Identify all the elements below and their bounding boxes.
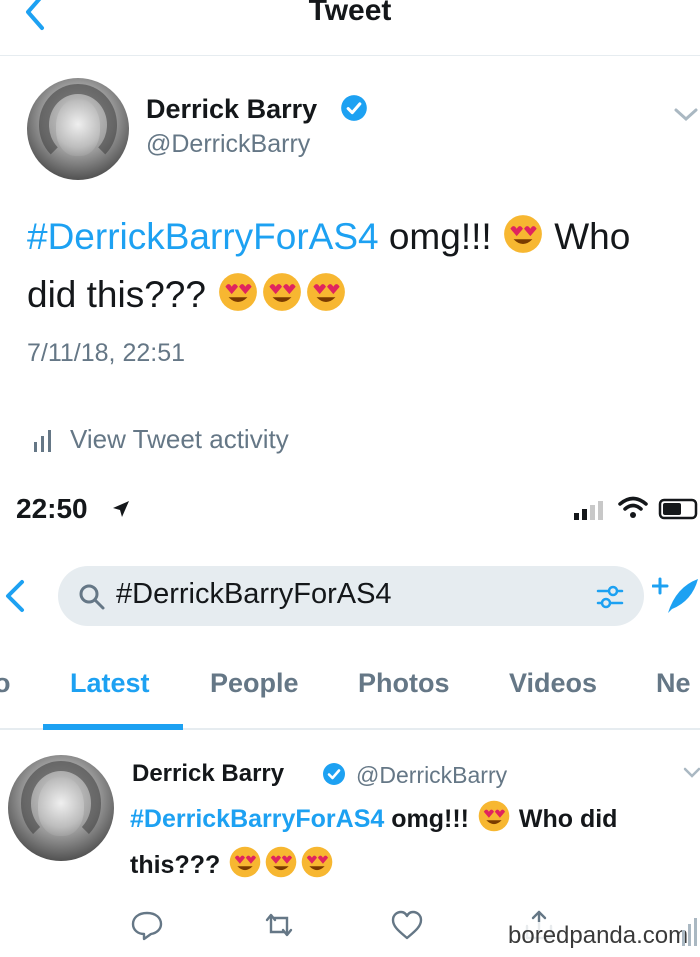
bar-chart-icon xyxy=(34,430,51,452)
location-arrow-icon xyxy=(113,501,129,517)
author-handle[interactable]: @DerrickBarry xyxy=(356,762,507,789)
status-time: 22:50 xyxy=(16,493,88,524)
heart-eyes-emoji-icon xyxy=(219,273,258,311)
bar-chart-icon xyxy=(682,918,697,946)
verified-icon xyxy=(341,95,367,121)
back-icon[interactable] xyxy=(2,576,26,616)
view-tweet-activity-link[interactable]: View Tweet activity xyxy=(70,424,289,455)
tab-videos[interactable]: Videos xyxy=(509,668,597,699)
hashtag-link[interactable]: #DerrickBarryForAS4 xyxy=(130,805,384,833)
hashtag-link[interactable]: #DerrickBarryForAS4 xyxy=(27,216,379,257)
wifi-icon xyxy=(618,496,648,518)
retweet-icon[interactable] xyxy=(262,908,296,942)
heart-eyes-emoji-icon xyxy=(229,846,261,878)
author-handle[interactable]: @DerrickBarry xyxy=(146,130,310,159)
reply-icon[interactable] xyxy=(130,908,164,942)
search-icon xyxy=(79,584,105,610)
heart-eyes-emoji-icon xyxy=(504,215,542,253)
author-name[interactable]: Derrick Barry xyxy=(132,760,284,788)
heart-eyes-emoji-icon xyxy=(263,273,302,311)
chevron-down-icon[interactable] xyxy=(682,766,700,780)
chevron-down-icon[interactable] xyxy=(672,106,700,124)
tweet-text: #DerrickBarryForAS4 omg!!! Who did this?… xyxy=(130,796,690,888)
compose-icon[interactable] xyxy=(652,573,700,621)
search-query[interactable]: #DerrickBarryForAS4 xyxy=(116,578,392,611)
tab-photos[interactable]: Photos xyxy=(358,668,450,699)
author-name[interactable]: Derrick Barry xyxy=(146,94,317,125)
tweet-text-part: omg!!! xyxy=(378,216,502,257)
page-title: Tweet xyxy=(308,0,392,27)
tweet-text-part: omg!!! xyxy=(384,805,476,833)
signal-icon xyxy=(574,501,603,520)
verified-icon xyxy=(323,763,345,785)
tab-news[interactable]: Ne xyxy=(656,668,691,699)
heart-eyes-emoji-icon xyxy=(301,846,333,878)
battery-icon xyxy=(658,498,698,520)
avatar[interactable] xyxy=(8,755,114,861)
heart-eyes-emoji-icon xyxy=(307,273,346,311)
tab-people[interactable]: People xyxy=(210,668,299,699)
tweet-text: #DerrickBarryForAS4 omg!!! Who did this?… xyxy=(27,208,687,324)
like-icon[interactable] xyxy=(390,908,424,942)
filter-icon[interactable] xyxy=(595,583,625,611)
tweet-timestamp: 7/11/18, 22:51 xyxy=(27,339,186,367)
avatar[interactable] xyxy=(27,78,129,180)
active-tab-indicator xyxy=(43,724,183,730)
heart-eyes-emoji-icon xyxy=(478,800,510,832)
tab-latest[interactable]: Latest xyxy=(70,668,150,699)
watermark: boredpanda.com xyxy=(504,922,693,950)
heart-eyes-emoji-icon xyxy=(265,846,297,878)
tab-top[interactable]: o xyxy=(0,668,11,699)
